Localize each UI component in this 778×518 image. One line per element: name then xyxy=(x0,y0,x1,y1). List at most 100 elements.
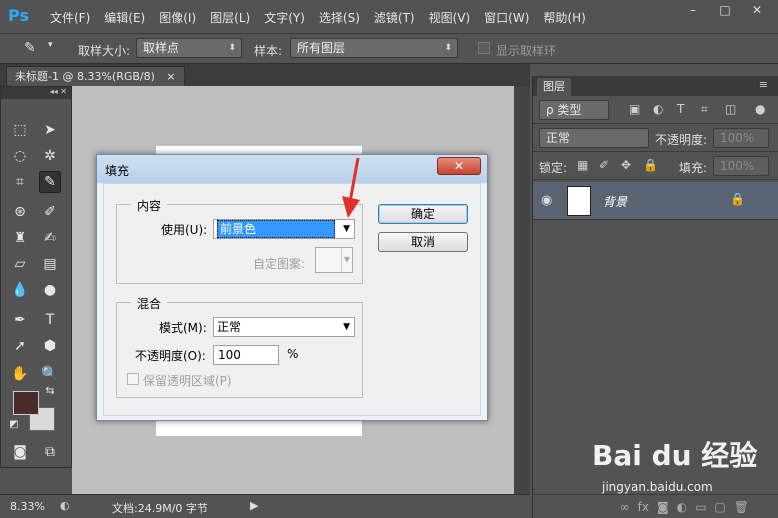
menu-layer[interactable]: 图层(L) xyxy=(210,9,250,26)
pen-tool-icon[interactable]: ✒ xyxy=(9,309,31,331)
maximize-button[interactable]: □ xyxy=(712,0,738,20)
preserve-transparency-label: 保留透明区域(P) xyxy=(143,374,232,388)
move-tool-icon[interactable]: ➤ xyxy=(39,119,61,141)
foreground-color-swatch[interactable] xyxy=(13,391,39,415)
zoom-level[interactable]: 8.33% xyxy=(10,500,45,513)
magic-wand-tool-icon[interactable]: ✲ xyxy=(39,145,61,167)
tool-preset-chevron-icon[interactable]: ▾ xyxy=(48,40,53,50)
filter-adjustment-icon[interactable]: ◐ xyxy=(653,102,663,116)
zoom-tool-icon[interactable]: 🔍 xyxy=(39,363,61,385)
dodge-tool-icon[interactable]: ● xyxy=(39,279,61,301)
layer-filter-row: ρ 类型 ▣ ◐ T ⌗ ◫ ● xyxy=(533,96,778,124)
watermark-url: jingyan.baidu.com xyxy=(602,480,713,494)
swap-colors-icon[interactable]: ⇆ xyxy=(43,383,57,397)
mode-select[interactable]: 正常 ▼ xyxy=(213,317,355,337)
filter-pixel-icon[interactable]: ▣ xyxy=(629,102,640,116)
opacity-unit: % xyxy=(287,347,299,361)
sample-select[interactable]: 所有图层 ⬍ xyxy=(290,38,458,58)
type-tool-icon[interactable]: T xyxy=(39,309,61,331)
menu-help[interactable]: 帮助(H) xyxy=(543,9,585,26)
fill-dialog: 填充 ✕ 内容 使用(U): 前景色 ▼ 自定图案: ▼ 混合 模式(M): 正… xyxy=(96,154,488,421)
panel-collapse-icon[interactable]: ◂◂ ✕ xyxy=(1,87,71,99)
cancel-button[interactable]: 取消 xyxy=(378,232,468,252)
eyedropper-icon[interactable]: ✎ xyxy=(24,40,36,56)
brush-tool-icon[interactable]: ✐ xyxy=(39,201,61,223)
lock-pixels-icon[interactable]: ✐ xyxy=(599,158,609,172)
menu-image[interactable]: 图像(I) xyxy=(159,9,196,26)
menu-bar: Ps 文件(F) 编辑(E) 图像(I) 图层(L) 文字(Y) 选择(S) 滤… xyxy=(0,0,778,34)
menu-select[interactable]: 选择(S) xyxy=(319,9,360,26)
menu-window[interactable]: 窗口(W) xyxy=(484,9,529,26)
contents-group-title: 内容 xyxy=(131,197,168,214)
dialog-body: 内容 使用(U): 前景色 ▼ 自定图案: ▼ 混合 模式(M): 正常 ▼ 不… xyxy=(103,183,481,416)
filter-shape-icon[interactable]: ⌗ xyxy=(701,102,708,117)
menu-type[interactable]: 文字(Y) xyxy=(264,9,305,26)
minimize-button[interactable]: – xyxy=(680,0,706,20)
blur-tool-icon[interactable]: 💧 xyxy=(9,279,31,301)
opacity-input[interactable]: 100% xyxy=(713,128,769,148)
dropdown-arrow-icon: ▼ xyxy=(343,224,350,234)
lasso-tool-icon[interactable]: ◌ xyxy=(9,145,31,167)
shape-tool-icon[interactable]: ⬢ xyxy=(39,335,61,357)
layer-filter-value: ρ 类型 xyxy=(546,103,582,117)
blending-group-title: 混合 xyxy=(131,295,168,312)
show-ring-checkbox[interactable] xyxy=(478,42,490,54)
fill-input[interactable]: 100% xyxy=(713,156,769,176)
quick-mask-icon[interactable]: ◙ xyxy=(9,441,31,463)
lock-position-icon[interactable]: ✥ xyxy=(621,158,631,172)
dialog-title: 填充 xyxy=(105,164,130,178)
opacity-value: 100% xyxy=(720,131,755,145)
dialog-close-button[interactable]: ✕ xyxy=(437,157,481,175)
layer-row-background[interactable]: ◉ 背景 🔒 xyxy=(533,182,778,220)
layer-name[interactable]: 背景 xyxy=(603,193,627,210)
lock-all-icon[interactable]: 🔒 xyxy=(643,158,658,172)
menu-items: 文件(F) 编辑(E) 图像(I) 图层(L) 文字(Y) 选择(S) 滤镜(T… xyxy=(50,9,600,26)
lock-transparent-icon[interactable]: ▦ xyxy=(577,158,588,172)
eraser-tool-icon[interactable]: ▱ xyxy=(9,253,31,275)
close-tab-icon[interactable]: × xyxy=(166,70,175,83)
healing-brush-tool-icon[interactable]: ⊛ xyxy=(9,201,31,223)
proof-icon: ◐ xyxy=(60,499,70,512)
use-select[interactable]: 前景色 ▼ xyxy=(213,219,355,239)
status-menu-arrow-icon[interactable]: ▶ xyxy=(250,499,258,512)
screen-mode-icon[interactable]: ⧉ xyxy=(39,441,61,463)
panel-menu-icon[interactable]: ≡ xyxy=(759,78,768,91)
close-window-button[interactable]: ✕ xyxy=(744,0,770,20)
blend-mode-select[interactable]: 正常 xyxy=(539,128,649,148)
filter-toggle-icon[interactable]: ● xyxy=(755,102,765,116)
show-ring-label: 显示取样环 xyxy=(496,44,557,58)
filter-type-icon[interactable]: T xyxy=(677,102,684,116)
filter-smartobject-icon[interactable]: ◫ xyxy=(725,102,736,116)
crop-tool-icon[interactable]: ⌗ xyxy=(9,171,31,193)
menu-edit[interactable]: 编辑(E) xyxy=(104,9,145,26)
blend-mode-value: 正常 xyxy=(546,131,571,145)
menu-filter[interactable]: 滤镜(T) xyxy=(374,9,415,26)
custom-pattern-picker: ▼ xyxy=(315,247,353,273)
marquee-tool-icon[interactable]: ⬚ xyxy=(9,119,31,141)
baidu-jingyan-logo: Bai du 经验 xyxy=(592,439,758,472)
default-colors-icon[interactable]: ◩ xyxy=(7,417,21,431)
lock-row: 锁定: ▦ ✐ ✥ 🔒 填充: 100% xyxy=(533,152,778,180)
opacity-value: 100 xyxy=(218,348,241,362)
eyedropper-tool-icon[interactable]: ✎ xyxy=(39,171,61,193)
preserve-transparency-checkbox[interactable] xyxy=(127,373,139,385)
history-brush-tool-icon[interactable]: ✍ xyxy=(39,227,61,249)
status-bar: 8.33% ◐ 文档:24.9M/0 字节 ▶ xyxy=(0,494,530,518)
menu-view[interactable]: 视图(V) xyxy=(429,9,471,26)
visibility-eye-icon[interactable]: ◉ xyxy=(541,193,552,208)
mode-value: 正常 xyxy=(217,320,242,334)
dialog-titlebar[interactable]: 填充 ✕ xyxy=(97,155,487,183)
layers-tab[interactable]: 图层 xyxy=(537,78,571,96)
vertical-scrollbar[interactable] xyxy=(514,86,530,494)
document-tab[interactable]: 未标题-1 @ 8.33%(RGB/8) × xyxy=(6,66,185,86)
blend-row: 正常 不透明度: 100% xyxy=(533,124,778,152)
opacity-input[interactable]: 100 xyxy=(213,345,279,365)
ok-button[interactable]: 确定 xyxy=(378,204,468,224)
layer-filter-select[interactable]: ρ 类型 xyxy=(539,100,609,120)
gradient-tool-icon[interactable]: ▤ xyxy=(39,253,61,275)
hand-tool-icon[interactable]: ✋ xyxy=(9,363,31,385)
sample-size-select[interactable]: 取样点 ⬍ xyxy=(136,38,242,58)
clone-stamp-tool-icon[interactable]: ♜ xyxy=(9,227,31,249)
path-selection-tool-icon[interactable]: ➚ xyxy=(9,335,31,357)
menu-file[interactable]: 文件(F) xyxy=(50,9,90,26)
